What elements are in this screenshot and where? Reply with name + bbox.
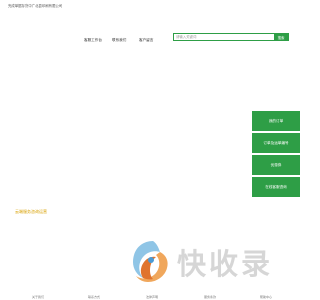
side-menu-item-tracking[interactable]: 订单及运单编号 (252, 133, 300, 153)
footer-link-help[interactable]: 帮助中心 (260, 295, 272, 299)
side-menu-item-online-support[interactable]: 在线客服咨询 (252, 177, 300, 197)
search-input[interactable] (174, 34, 274, 40)
search-button[interactable]: 搜索 (274, 34, 288, 40)
footer-links: 关于我们 联系方式 法律声明 服务条款 帮助中心 (0, 295, 300, 300)
nav-link-contact[interactable]: 联系我们 (112, 38, 126, 43)
nav-link-messages[interactable]: 客户留言 (139, 38, 153, 43)
footer-link-legal[interactable]: 法律声明 (146, 295, 158, 299)
footer-link-about[interactable]: 关于我们 (32, 295, 44, 299)
footer-link-terms[interactable]: 服务条款 (204, 295, 216, 299)
watermark-logo-icon (133, 241, 168, 282)
footer-link-contact[interactable]: 联系方式 (88, 295, 100, 299)
side-menu-item-coupons[interactable]: 优惠券 (252, 155, 300, 175)
side-menu-item-orders[interactable]: 我的订单 (252, 111, 300, 131)
nav-link-customer-service[interactable]: 客服工作台 (84, 38, 102, 43)
site-description: 完成单据存货中广北县印刷有限公司 (8, 4, 63, 8)
watermark: 快收录 (129, 238, 287, 286)
side-menu: 我的订单 订单及运单编号 优惠券 在线客服咨询 (252, 111, 300, 197)
search-box: 搜索 (173, 33, 289, 41)
watermark-text: 快收录 (177, 247, 274, 281)
section-title: 云端服务咨询运营 (15, 209, 47, 214)
